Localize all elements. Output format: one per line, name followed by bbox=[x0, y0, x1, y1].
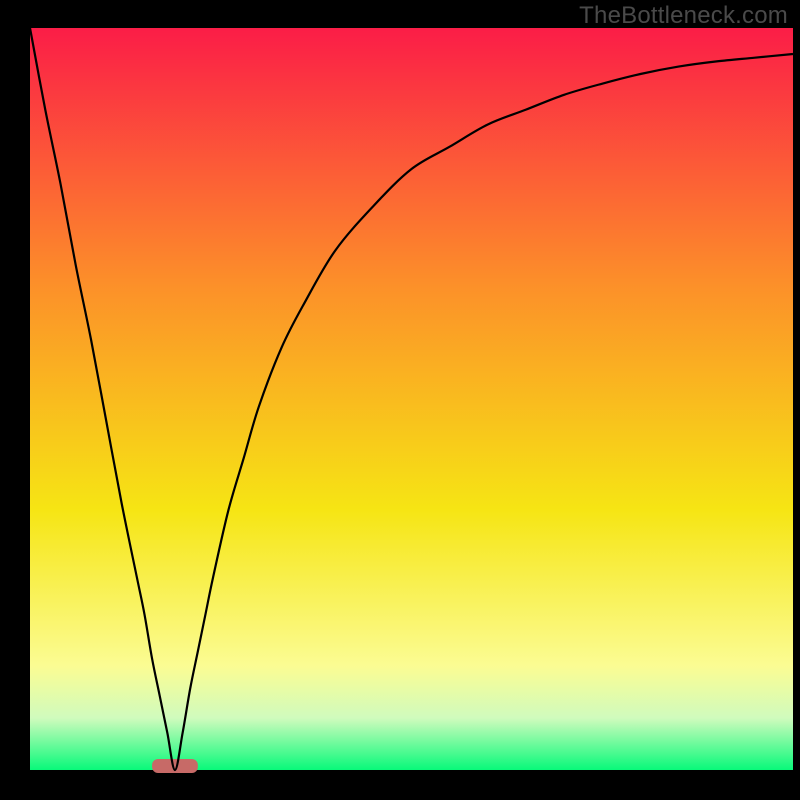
chart-frame: TheBottleneck.com bbox=[0, 0, 800, 800]
watermark-text: TheBottleneck.com bbox=[579, 2, 788, 30]
plot-background bbox=[30, 28, 793, 770]
bottleneck-chart bbox=[0, 0, 800, 800]
